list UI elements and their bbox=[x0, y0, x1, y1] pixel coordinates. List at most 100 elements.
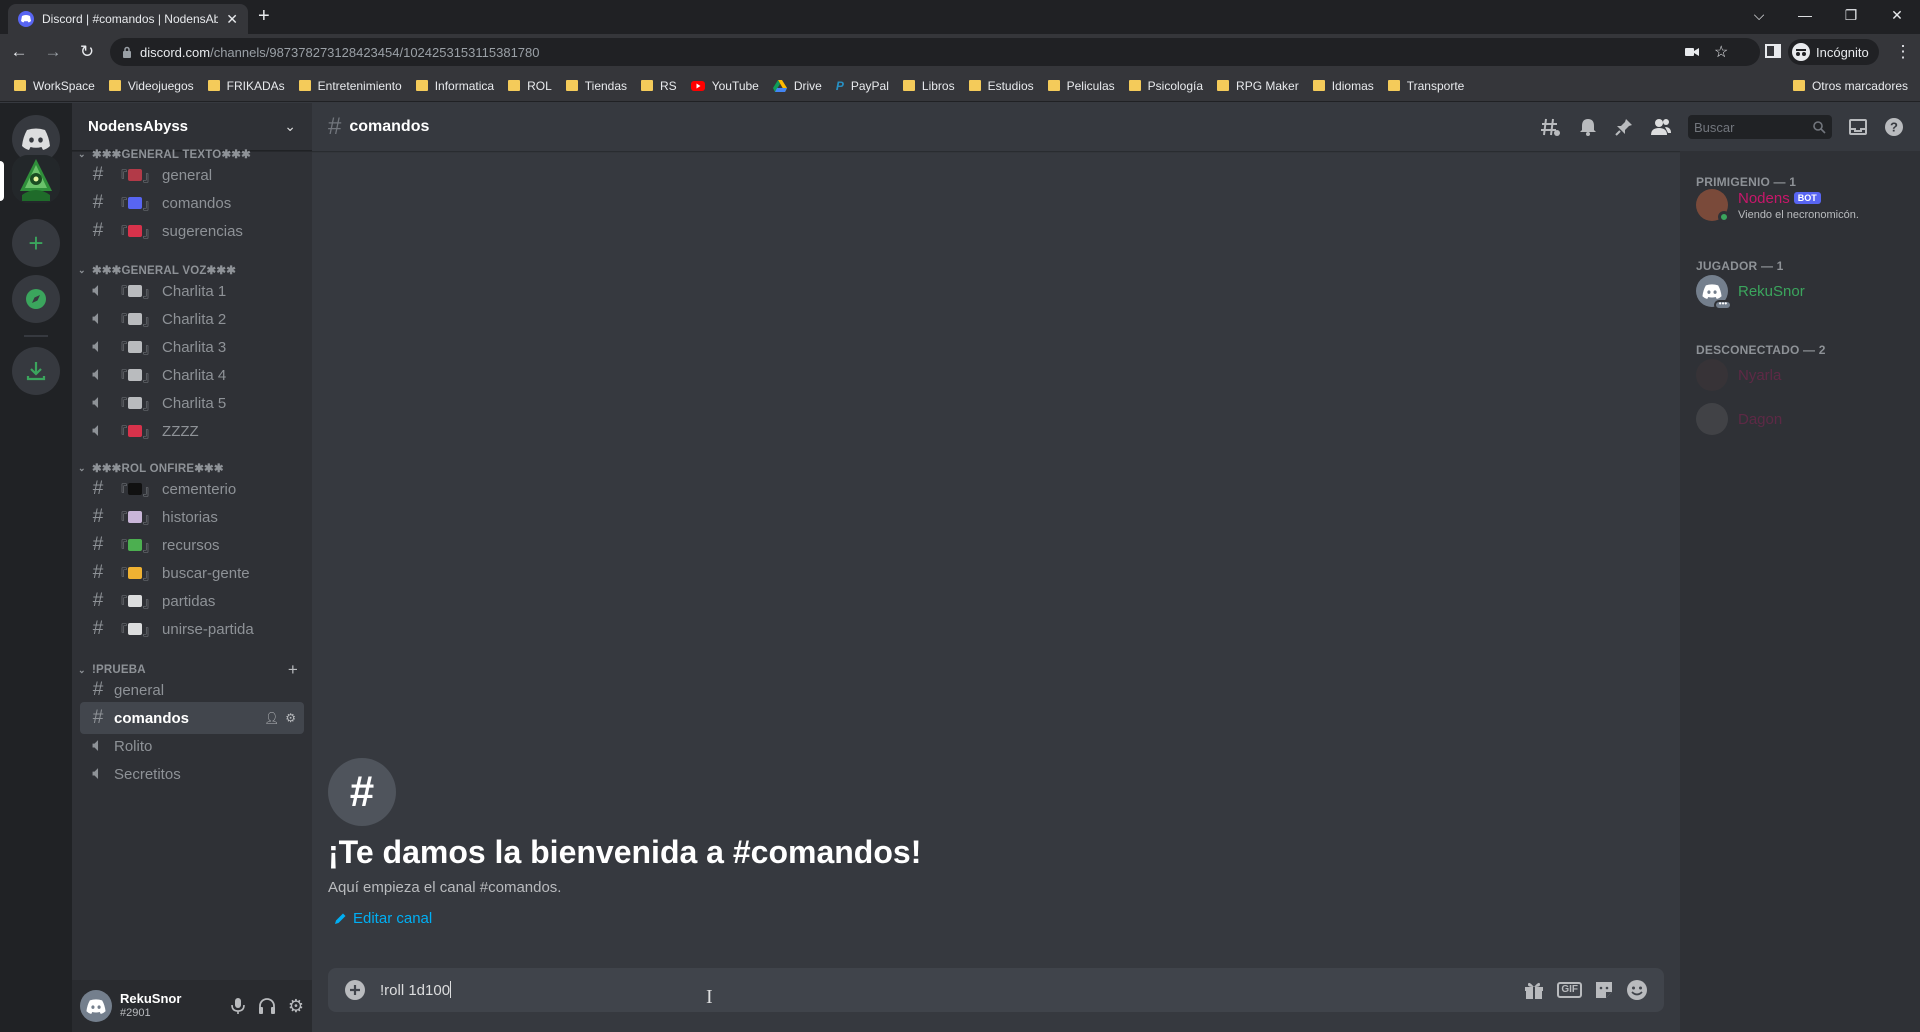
bookmark-star-icon[interactable]: ☆ bbox=[1714, 38, 1728, 66]
text-caret bbox=[450, 981, 452, 998]
bookmark-folder[interactable]: Psicología bbox=[1128, 79, 1203, 93]
folder-icon bbox=[641, 80, 654, 91]
bookmark-folder[interactable]: Transporte bbox=[1387, 79, 1464, 93]
channel-emoji: 『』 bbox=[114, 168, 157, 184]
message-input-value: !roll 1d100 bbox=[380, 982, 451, 999]
invite-member-icon[interactable]: 👤︎ bbox=[264, 711, 279, 725]
incognito-indicator[interactable]: Incógnito bbox=[1788, 39, 1879, 65]
member-rekusnor[interactable]: ••• RekuSnor bbox=[1696, 275, 1805, 310]
gear-icon[interactable]: ⚙ bbox=[285, 711, 296, 725]
threads-icon[interactable] bbox=[1540, 116, 1562, 138]
back-button[interactable]: ← bbox=[4, 37, 34, 67]
member-list-icon[interactable] bbox=[1650, 117, 1672, 137]
channel-emoji: 『』 bbox=[114, 566, 157, 582]
new-tab-button[interactable]: + bbox=[258, 6, 270, 26]
message-input[interactable]: !roll 1d100 bbox=[380, 981, 452, 999]
reload-button[interactable]: ↻ bbox=[72, 37, 102, 67]
member-group-jugador: JUGADOR — 1 bbox=[1696, 259, 1784, 273]
speaker-icon: 🔈︎ bbox=[92, 364, 104, 385]
download-apps-button[interactable] bbox=[12, 347, 60, 395]
server-nodensabyss-icon[interactable] bbox=[12, 155, 60, 203]
inbox-icon[interactable] bbox=[1848, 117, 1868, 137]
member-offline-2[interactable]: Dagon bbox=[1696, 403, 1782, 435]
bookmark-folder[interactable]: WorkSpace bbox=[14, 79, 95, 93]
attach-plus-icon[interactable] bbox=[344, 979, 366, 1001]
folder-icon bbox=[108, 80, 121, 91]
edit-channel-label: Editar canal bbox=[353, 910, 433, 927]
user-settings-gear-icon[interactable]: ⚙ bbox=[288, 997, 304, 1015]
browser-menu-icon[interactable]: ⋮ bbox=[1888, 37, 1918, 67]
bookmark-folder[interactable]: ROL bbox=[508, 79, 552, 93]
hashtag-icon: # bbox=[92, 562, 104, 583]
hashtag-icon: # bbox=[92, 164, 104, 185]
member-offline-1[interactable]: Nyarla bbox=[1696, 359, 1781, 391]
search-icon bbox=[1813, 120, 1826, 134]
voice-channel-zzzz[interactable]: 🔈︎ 『』 ZZZZ bbox=[80, 415, 304, 447]
bookmark-folder[interactable]: Libros bbox=[902, 79, 955, 93]
bookmark-folder[interactable]: Entretenimiento bbox=[298, 79, 402, 93]
server-header[interactable]: NodensAbyss ⌄ bbox=[72, 103, 312, 151]
member-nodens[interactable]: Nodens BOT Viendo el necronomicón. bbox=[1696, 189, 1859, 223]
bookmark-folder[interactable]: RPG Maker bbox=[1217, 79, 1299, 93]
folder-icon bbox=[207, 80, 220, 91]
bookmark-drive[interactable]: Drive bbox=[772, 79, 822, 93]
gif-icon[interactable]: GIF bbox=[1557, 982, 1582, 998]
hashtag-icon: # bbox=[92, 618, 104, 639]
tab-close-icon[interactable]: ✕ bbox=[226, 11, 238, 28]
user-identity[interactable]: RekuSnor #2901 bbox=[120, 992, 181, 1020]
forward-button[interactable]: → bbox=[38, 37, 68, 67]
speaker-icon: 🔈︎ bbox=[92, 763, 104, 784]
selected-server-indicator bbox=[0, 161, 4, 201]
bookmark-folder[interactable]: Informatica bbox=[415, 79, 494, 93]
message-composer[interactable]: !roll 1d100 GIF bbox=[328, 968, 1664, 1012]
close-window-button[interactable]: ✕ bbox=[1874, 0, 1920, 30]
channel-unirse-partida[interactable]: # 『』 unirse-partida bbox=[80, 613, 304, 645]
address-bar[interactable]: discord.com/channels/987378273128423454/… bbox=[110, 38, 1760, 66]
plus-icon: + bbox=[28, 228, 44, 258]
side-panel-icon[interactable] bbox=[1765, 43, 1781, 59]
username: RekuSnor bbox=[120, 991, 182, 1006]
welcome-title: ¡Te damos la bienvenida a #comandos! bbox=[328, 834, 922, 870]
bookmark-folder[interactable]: RS bbox=[641, 79, 677, 93]
headphones-icon[interactable] bbox=[258, 997, 276, 1015]
bookmark-folder[interactable]: Peliculas bbox=[1047, 79, 1115, 93]
microphone-icon[interactable] bbox=[230, 997, 246, 1015]
restore-button[interactable]: ❐ bbox=[1828, 0, 1874, 30]
channel-sugerencias[interactable]: # 『』 sugerencias bbox=[80, 215, 304, 247]
pinned-messages-icon[interactable] bbox=[1614, 117, 1634, 137]
sticker-icon[interactable] bbox=[1594, 980, 1614, 1000]
folder-icon bbox=[298, 80, 311, 91]
gift-icon[interactable] bbox=[1523, 980, 1545, 1000]
notification-bell-icon[interactable] bbox=[1578, 117, 1598, 137]
search-input[interactable]: Buscar bbox=[1688, 115, 1832, 139]
channel-emoji: 『』 bbox=[114, 368, 157, 384]
emoji-icon[interactable] bbox=[1626, 979, 1648, 1001]
incognito-label: Incógnito bbox=[1816, 44, 1869, 60]
avatar: ••• bbox=[1696, 275, 1732, 310]
channel-emoji: 『』 bbox=[114, 482, 157, 498]
bookmark-folder[interactable]: Estudios bbox=[968, 79, 1034, 93]
tab-search-icon[interactable]: ⌵ bbox=[1736, 0, 1782, 30]
user-panel: RekuSnor #2901 ⚙ bbox=[72, 980, 312, 1032]
camera-blocked-icon[interactable] bbox=[1685, 38, 1699, 66]
edit-channel-link[interactable]: Editar canal bbox=[328, 910, 921, 927]
member-activity: Viendo el necronomicón. bbox=[1738, 208, 1859, 221]
explore-servers-button[interactable] bbox=[12, 275, 60, 323]
voice-channel-secretitos[interactable]: 🔈︎ Secretitos bbox=[80, 758, 304, 790]
bookmark-youtube[interactable]: YouTube bbox=[690, 79, 759, 93]
help-icon[interactable]: ? bbox=[1884, 117, 1904, 137]
chevron-down-icon: ⌄ bbox=[78, 148, 86, 159]
bookmark-paypal[interactable]: P PayPal bbox=[836, 79, 889, 93]
bookmark-folder[interactable]: FRIKADAs bbox=[207, 79, 285, 93]
speaker-icon: 🔈︎ bbox=[92, 308, 104, 329]
minimize-button[interactable]: — bbox=[1782, 0, 1828, 30]
bookmark-folder[interactable]: Tiendas bbox=[565, 79, 627, 93]
add-server-button[interactable]: + bbox=[12, 219, 60, 267]
other-bookmarks[interactable]: Otros marcadores bbox=[1792, 70, 1908, 101]
hashtag-icon: # bbox=[92, 679, 104, 700]
avatar[interactable] bbox=[80, 990, 112, 1022]
avatar bbox=[1696, 403, 1728, 435]
bookmark-folder[interactable]: Idiomas bbox=[1312, 79, 1374, 93]
browser-tab[interactable]: Discord | #comandos | NodensAbyss ✕ bbox=[8, 4, 248, 34]
bookmark-folder[interactable]: Videojuegos bbox=[108, 79, 194, 93]
